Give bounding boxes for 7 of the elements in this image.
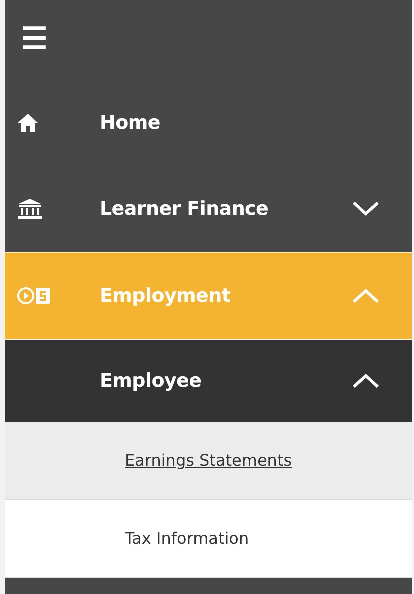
submenu-header[interactable]: Employee xyxy=(5,340,412,422)
submenu-link[interactable]: Earnings Statements xyxy=(5,422,412,500)
home-icon xyxy=(17,113,39,133)
menu-button[interactable]: ☰ xyxy=(17,25,52,55)
clock-dollar-icon xyxy=(17,286,51,306)
submenu-link[interactable]: Tax Information xyxy=(5,500,412,578)
bank-icon xyxy=(17,198,43,220)
